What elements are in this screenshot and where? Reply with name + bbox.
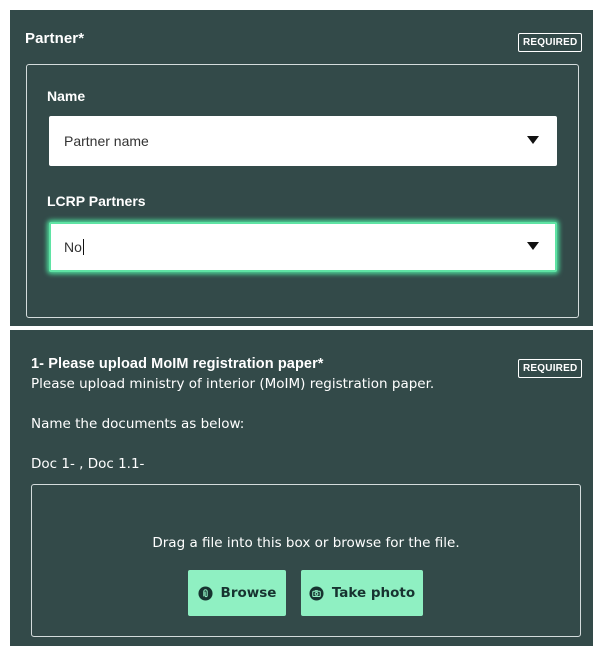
name-select[interactable]: Partner name: [49, 116, 557, 166]
document-names: Doc 1- , Doc 1.1-: [31, 456, 145, 472]
browse-button[interactable]: Browse: [188, 570, 286, 616]
upload-section-title: 1- Please upload MoIM registration paper…: [31, 356, 324, 372]
lcrp-partners-label: LCRP Partners: [47, 193, 146, 209]
name-field-label: Name: [47, 88, 86, 104]
upload-description: Please upload ministry of interior (MoIM…: [31, 376, 435, 392]
partner-section-title: Partner*: [25, 30, 85, 47]
take-photo-button[interactable]: Take photo: [301, 570, 423, 616]
camera-icon: [309, 585, 324, 601]
partner-section: Partner* REQUIRED Name Partner name LCRP…: [10, 10, 593, 326]
file-drop-zone[interactable]: Drag a file into this box or browse for …: [31, 484, 581, 637]
lcrp-partners-select[interactable]: No: [49, 222, 557, 272]
partner-fields-box: Name Partner name LCRP Partners No: [26, 64, 579, 318]
drop-zone-text: Drag a file into this box or browse for …: [152, 535, 460, 551]
dropdown-arrow-icon[interactable]: [527, 242, 539, 250]
name-select-value: Partner name: [64, 133, 149, 149]
dropdown-arrow-icon[interactable]: [527, 136, 539, 144]
required-badge: REQUIRED: [518, 359, 583, 378]
upload-section: 1- Please upload MoIM registration paper…: [10, 330, 593, 646]
paperclip-icon: [198, 585, 213, 601]
upload-instruction: Name the documents as below:: [31, 416, 245, 432]
browse-button-label: Browse: [220, 585, 277, 601]
take-photo-button-label: Take photo: [331, 585, 416, 601]
lcrp-partners-value: No: [64, 239, 82, 255]
text-cursor: [82, 239, 84, 255]
required-badge: REQUIRED: [518, 33, 583, 52]
